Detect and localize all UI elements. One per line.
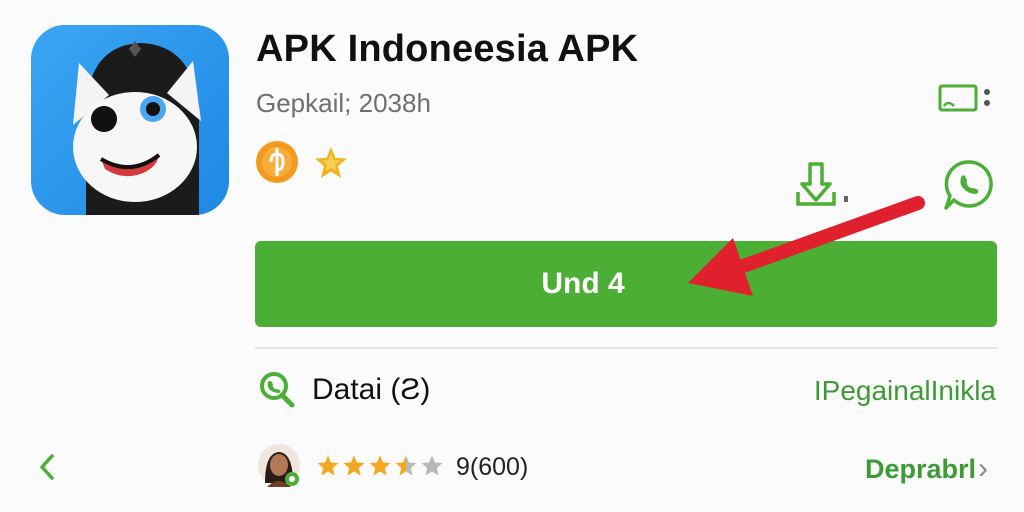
install-button-label: Und 4 <box>541 267 625 300</box>
download-icon[interactable] <box>792 158 852 210</box>
phone-search-icon <box>258 370 296 408</box>
star-badge-icon <box>313 145 349 181</box>
avatar[interactable] <box>257 443 301 487</box>
data-label: Datai (Ƨ) <box>312 373 431 406</box>
rating-star-icon <box>395 455 417 476</box>
ghost-face-app-icon <box>31 25 229 215</box>
app-subtitle: Gepkail; 2038h <box>256 88 431 118</box>
app-detail-page: APK Indoneesia APK Gepkail; 2038h Und 4 … <box>0 0 1024 512</box>
rating-star-icon <box>421 455 443 476</box>
rating-star-icon <box>317 455 339 476</box>
more-reviews-link[interactable]: Deprabrl › <box>865 452 988 486</box>
install-button[interactable]: Und 4 <box>255 241 997 327</box>
more-reviews-label: Deprabrl <box>864 453 976 484</box>
rating-stars <box>316 454 444 480</box>
whatsapp-icon[interactable] <box>942 158 998 212</box>
cast-icon[interactable] <box>938 82 994 114</box>
app-title: APK Indoneesia APK <box>256 28 639 70</box>
rating-star-icon <box>343 455 365 476</box>
data-link[interactable]: IPegainalInikla <box>814 375 996 407</box>
rating-star-icon <box>369 455 391 476</box>
chevron-right-icon: › <box>978 452 988 485</box>
chevron-left-icon[interactable] <box>36 452 58 482</box>
rating-count: 9(600) <box>456 453 529 481</box>
divider <box>255 347 997 349</box>
coin-badge-icon <box>255 140 299 184</box>
